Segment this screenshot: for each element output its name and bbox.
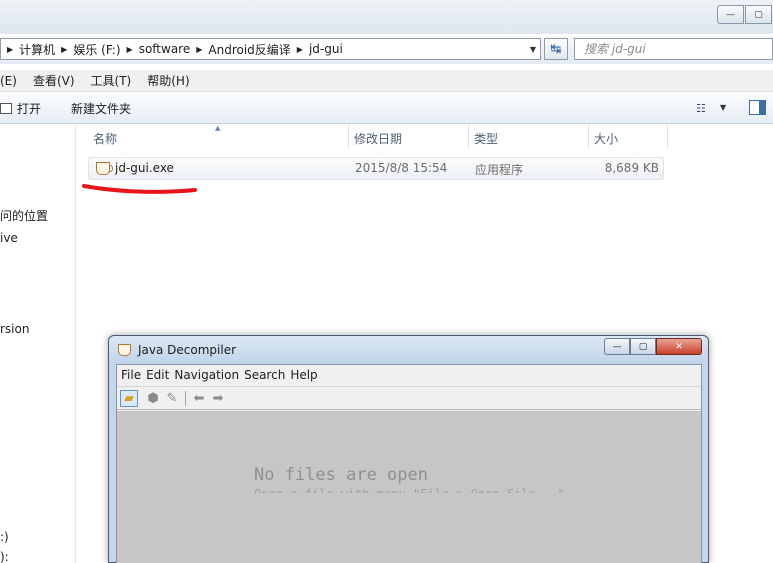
address-row: ▶ 计算机 ▶ 娱乐 (F:) ▶ software ▶ Android反编译 …: [0, 36, 773, 64]
jd-menu-file[interactable]: File: [121, 368, 141, 382]
jd-maximize-button[interactable]: ▢: [630, 338, 656, 355]
preview-pane-icon[interactable]: [749, 100, 766, 115]
nav-item-disk-1[interactable]: :): [0, 530, 9, 544]
breadcrumb-jd-gui[interactable]: jd-gui: [309, 42, 343, 56]
menu-edit[interactable]: (E): [0, 74, 17, 88]
pencil-icon: ✎: [166, 391, 178, 406]
new-folder-label: 新建文件夹: [71, 101, 132, 116]
file-name: jd-gui.exe: [115, 161, 174, 175]
chevron-right-icon[interactable]: ▶: [196, 45, 202, 54]
close-file-button[interactable]: ⬢: [144, 390, 162, 407]
column-divider[interactable]: [667, 124, 668, 150]
chevron-right-icon[interactable]: ▶: [7, 45, 13, 54]
refresh-icon: ↹: [550, 41, 562, 57]
toolbar-separator: [185, 391, 186, 406]
jd-minimize-button[interactable]: —: [604, 338, 630, 355]
chevron-down-icon[interactable]: ▼: [720, 103, 726, 112]
sort-up-icon: ▲: [215, 124, 221, 132]
column-date[interactable]: 修改日期: [354, 130, 402, 147]
minimize-button[interactable]: —: [717, 5, 744, 24]
view-options-icon[interactable]: ☷: [696, 102, 706, 115]
menu-tools[interactable]: 工具(T): [91, 72, 132, 89]
jd-menu-edit[interactable]: Edit: [146, 368, 169, 382]
maximize-button[interactable]: ▢: [745, 5, 772, 24]
nav-item-disk-2[interactable]: ):: [0, 550, 9, 563]
menu-bar: (E) 查看(V) 工具(T) 帮助(H): [0, 70, 773, 92]
jd-window-controls: — ▢ ✕: [604, 338, 702, 355]
open-button[interactable]: 打开: [0, 100, 41, 117]
file-date: 2015/8/8 15:54: [355, 161, 448, 175]
file-type: 应用程序: [475, 163, 524, 177]
nav-item-drive[interactable]: ive: [0, 231, 18, 245]
red-underline-annotation: [82, 184, 197, 194]
explorer-titlebar: — ▢: [0, 0, 773, 34]
column-divider[interactable]: [348, 124, 349, 150]
menu-view[interactable]: 查看(V): [33, 72, 75, 89]
jd-titlebar[interactable]: Java Decompiler — ▢ ✕: [109, 336, 708, 364]
arrow-right-icon: ➡: [212, 391, 224, 406]
column-header: ▲ 名称 修改日期 类型 大小: [76, 124, 773, 152]
search-input[interactable]: 搜索 jd-gui: [574, 38, 773, 60]
refresh-button[interactable]: ↹: [544, 38, 568, 60]
java-cup-icon: [96, 162, 113, 175]
chevron-right-icon[interactable]: ▶: [127, 45, 133, 54]
nav-item-recent[interactable]: 问的位置: [0, 207, 48, 224]
java-cup-icon: [118, 344, 131, 356]
forward-button[interactable]: ➡: [209, 390, 227, 407]
table-row[interactable]: jd-gui.exe 2015/8/8 15:54 应用程序 8,689 KB: [88, 157, 664, 180]
menu-help[interactable]: 帮助(H): [147, 72, 189, 89]
address-bar[interactable]: ▶ 计算机 ▶ 娱乐 (F:) ▶ software ▶ Android反编译 …: [0, 38, 541, 60]
java-decompiler-window: Java Decompiler — ▢ ✕ File Edit Navigati…: [108, 335, 709, 563]
jd-client-area: File Edit Navigation Search Help ▰ ⬢ ✎ ⬅…: [116, 364, 702, 563]
breadcrumb-software[interactable]: software: [139, 42, 191, 56]
explorer-window-controls: — ▢: [717, 5, 773, 24]
empty-state-message: No files are open: [254, 465, 428, 485]
open-icon: [0, 102, 12, 114]
chevron-right-icon[interactable]: ▶: [297, 45, 303, 54]
jd-menu-navigation[interactable]: Navigation: [174, 368, 239, 382]
folder-icon: ▰: [124, 391, 134, 406]
column-type[interactable]: 类型: [474, 130, 498, 147]
edit-button[interactable]: ✎: [163, 390, 181, 407]
breadcrumb-android[interactable]: Android反编译: [208, 41, 290, 58]
jd-menu-search[interactable]: Search: [244, 368, 285, 382]
jd-toolbar: ▰ ⬢ ✎ ⬅ ➡: [117, 386, 701, 410]
chevron-down-icon[interactable]: ▼: [530, 45, 536, 54]
breadcrumb-computer[interactable]: 计算机: [19, 41, 55, 58]
file-size: 8,689 KB: [604, 161, 659, 175]
column-divider[interactable]: [588, 124, 589, 150]
cube-icon: ⬢: [147, 391, 159, 406]
new-folder-button[interactable]: 新建文件夹: [71, 100, 131, 117]
back-button[interactable]: ⬅: [190, 390, 208, 407]
column-size[interactable]: 大小: [594, 130, 618, 147]
open-label: 打开: [17, 101, 42, 116]
column-divider[interactable]: [468, 124, 469, 150]
jd-menu-help[interactable]: Help: [290, 368, 317, 382]
nav-item-version[interactable]: rsion: [0, 322, 29, 336]
command-bar: 打开 新建文件夹 ☷ ▼: [0, 93, 773, 124]
column-name[interactable]: 名称: [93, 130, 117, 147]
jd-menu-bar: File Edit Navigation Search Help: [117, 365, 701, 385]
jd-window-title: Java Decompiler: [138, 343, 237, 357]
breadcrumb-drive[interactable]: 娱乐 (F:): [73, 41, 120, 58]
arrow-left-icon: ⬅: [193, 391, 205, 406]
navigation-pane: 问的位置 ive rsion :) ):: [0, 124, 76, 563]
chevron-right-icon[interactable]: ▶: [61, 45, 67, 54]
jd-close-button[interactable]: ✕: [656, 338, 702, 355]
empty-state-hint: Open a file with menu "File > Open File.…: [254, 487, 565, 493]
open-folder-button[interactable]: ▰: [120, 390, 138, 407]
